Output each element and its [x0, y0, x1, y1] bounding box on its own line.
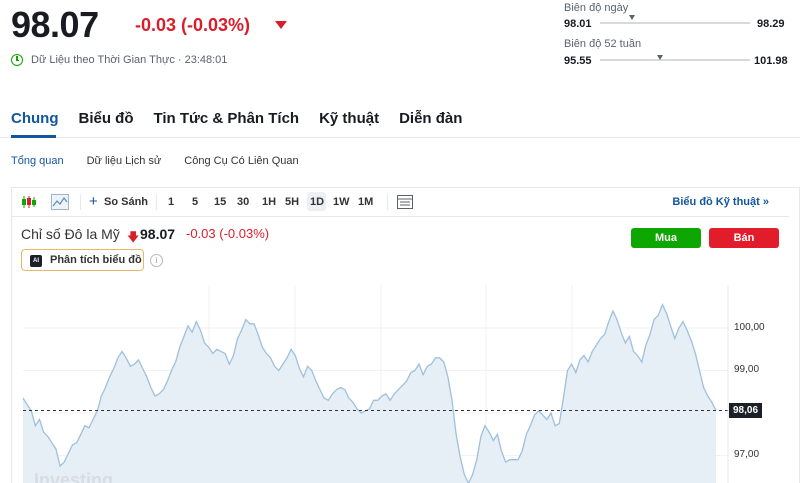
y-axis-tick: 99,00 — [734, 364, 760, 375]
y-axis-tick: 100,00 — [734, 322, 765, 333]
investing-watermark: Investing — [34, 470, 114, 483]
price-area-fill — [23, 304, 716, 483]
price-chart[interactable] — [0, 0, 800, 483]
last-value-badge: 98,06 — [729, 403, 762, 418]
y-axis-tick: 97,00 — [734, 449, 760, 460]
